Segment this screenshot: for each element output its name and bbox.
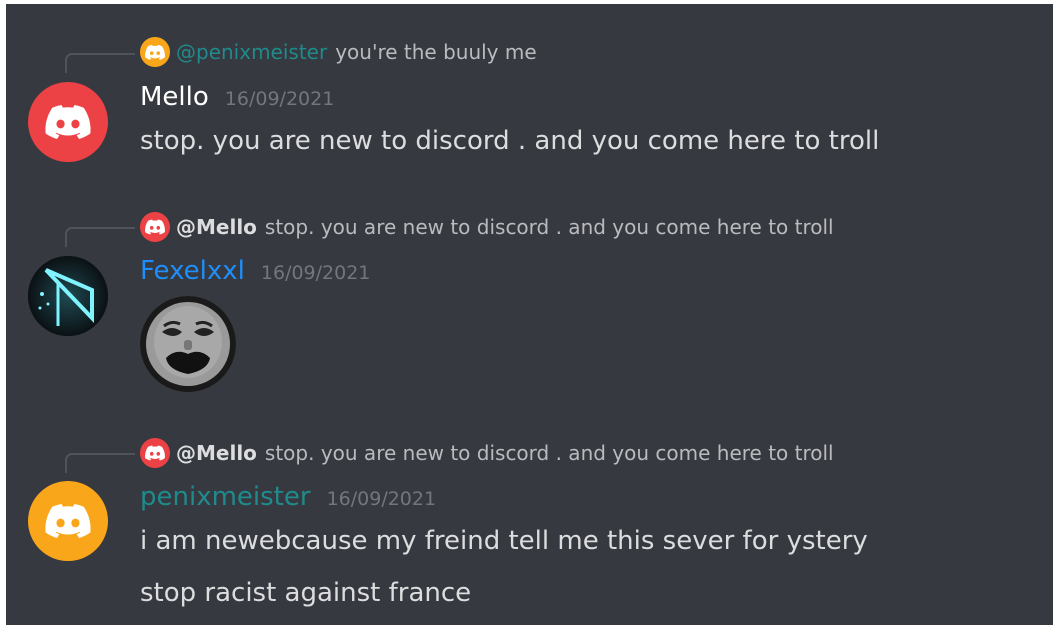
- chat-message-list[interactable]: @penixmeister you're the buuly me Mello …: [6, 4, 1053, 625]
- discord-logo-icon: [145, 44, 165, 60]
- username[interactable]: penixmeister: [140, 482, 311, 512]
- message-header: Fexelxxl 16/09/2021: [140, 256, 370, 286]
- timestamp: 16/09/2021: [260, 262, 371, 284]
- timestamp: 16/09/2021: [224, 88, 335, 110]
- reply-avatar: [140, 438, 170, 468]
- reply-avatar: [140, 37, 170, 67]
- discord-logo-icon: [145, 445, 165, 461]
- message-header: Mello 16/09/2021: [140, 82, 334, 112]
- message-header: penixmeister 16/09/2021: [140, 482, 436, 512]
- username[interactable]: Mello: [140, 82, 209, 112]
- username[interactable]: Fexelxxl: [140, 256, 245, 286]
- reply-text: stop. you are new to discord . and you c…: [264, 215, 834, 239]
- reply-avatar: [140, 212, 170, 242]
- meme-face-emoji-icon: [140, 296, 236, 392]
- message-text: stop. you are new to discord . and you c…: [140, 126, 880, 156]
- reply-author[interactable]: @Mello: [176, 215, 257, 239]
- avatar[interactable]: [28, 82, 108, 162]
- message-text: stop racist against france: [140, 578, 472, 608]
- reply-text: you're the buuly me: [335, 40, 537, 64]
- reply-preview[interactable]: @Mello stop. you are new to discord . an…: [140, 438, 834, 468]
- message-text: i am newebcause my freind tell me this s…: [140, 526, 868, 556]
- reply-connector: [65, 453, 135, 473]
- reply-connector: [65, 53, 135, 73]
- discord-logo-icon: [45, 105, 91, 139]
- reply-text: stop. you are new to discord . and you c…: [264, 441, 834, 465]
- discord-logo-icon: [45, 504, 91, 538]
- reply-author[interactable]: @penixmeister: [176, 40, 327, 64]
- avatar[interactable]: [28, 481, 108, 561]
- discord-logo-icon: [145, 219, 165, 235]
- custom-avatar-icon: [28, 256, 108, 336]
- reply-preview[interactable]: @penixmeister you're the buuly me: [140, 37, 537, 67]
- reply-connector: [65, 227, 135, 247]
- timestamp: 16/09/2021: [326, 488, 437, 510]
- meme-face-emoji[interactable]: [140, 296, 236, 392]
- reply-preview[interactable]: @Mello stop. you are new to discord . an…: [140, 212, 834, 242]
- avatar[interactable]: [28, 256, 108, 336]
- reply-author[interactable]: @Mello: [176, 441, 257, 465]
